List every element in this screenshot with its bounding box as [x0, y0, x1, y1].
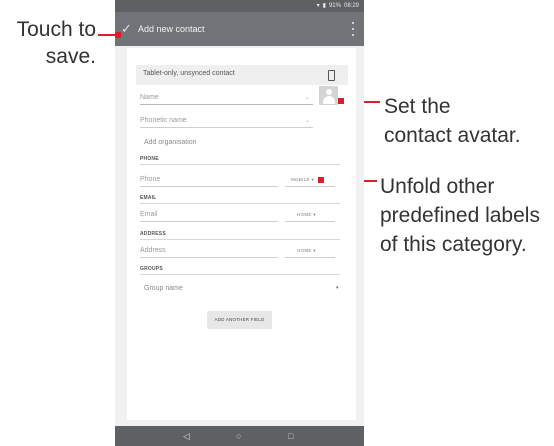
- address-section-header: ADDRESS: [140, 231, 166, 237]
- add-organisation-link[interactable]: Add organisation: [144, 139, 197, 146]
- email-type-dropdown[interactable]: HOME ▾: [297, 212, 316, 218]
- contact-form: Tablet-only, unsynced contact Name ⌄ Pho…: [127, 48, 356, 420]
- recents-icon[interactable]: □: [288, 430, 293, 442]
- phone-field[interactable]: Phone: [140, 176, 160, 183]
- phonetic-underline: [140, 127, 313, 128]
- wifi-icon: ▾: [316, 3, 320, 9]
- callout-unfold-line1: Unfold other: [380, 175, 495, 198]
- callout-unfold-labels: Unfold other predefined labels of this c…: [380, 172, 540, 259]
- check-icon[interactable]: ✓: [121, 21, 132, 37]
- address-field[interactable]: Address: [140, 247, 166, 254]
- clock: 08:29: [343, 3, 359, 9]
- account-selector[interactable]: Tablet-only, unsynced contact: [136, 65, 348, 85]
- callout-unfold-line2: predefined labels: [380, 204, 540, 227]
- page-title: Add new contact: [138, 24, 205, 34]
- account-label: Tablet-only, unsynced contact: [143, 70, 235, 77]
- back-icon[interactable]: ◁: [183, 430, 190, 442]
- callout-avatar-dot: [338, 98, 344, 104]
- callout-avatar-line1: Set the: [384, 95, 451, 118]
- phone-type-label: MOBILE: [291, 177, 310, 182]
- callout-unfold-line3: of this category.: [380, 233, 527, 256]
- address-type-dropdown[interactable]: HOME ▾: [297, 248, 316, 254]
- address-underline: [140, 257, 278, 258]
- avatar[interactable]: [319, 86, 338, 105]
- callout-unfold-dot: [318, 177, 324, 183]
- add-another-field-button[interactable]: ADD ANOTHER FIELD: [207, 311, 272, 329]
- email-underline: [140, 221, 278, 222]
- home-icon[interactable]: ○: [236, 430, 241, 442]
- email-field[interactable]: Email: [140, 211, 158, 218]
- address-type-label: HOME: [297, 248, 312, 253]
- phone-section-header: PHONE: [140, 156, 159, 162]
- more-options-icon[interactable]: [350, 20, 356, 38]
- battery-icon: ▮: [322, 3, 326, 9]
- group-dropdown-arrow[interactable]: ▾: [336, 285, 339, 291]
- expand-name-icon[interactable]: ⌄: [305, 94, 310, 101]
- callout-save-line2: save.: [45, 45, 96, 68]
- phonetic-name-field[interactable]: Phonetic name: [140, 117, 187, 124]
- groups-section-header: GROUPS: [140, 266, 163, 272]
- navigation-bar: ◁ ○ □: [115, 426, 364, 446]
- group-name-dropdown[interactable]: Group name: [144, 285, 183, 292]
- app-bar: ✓ Add new contact: [115, 12, 364, 46]
- expand-phonetic-icon[interactable]: ⌄: [305, 117, 310, 124]
- battery-percent: 91%: [328, 3, 341, 9]
- callout-save-line1: Touch to: [16, 18, 96, 41]
- tablet-screen: ▾ ▮ 91% 08:29 ✓ Add new contact Tablet-o…: [115, 0, 364, 446]
- callout-save-dot: [115, 32, 121, 38]
- status-bar: ▾ ▮ 91% 08:29: [115, 0, 364, 12]
- callout-avatar-line2: contact avatar.: [384, 124, 521, 147]
- name-field[interactable]: Name: [140, 94, 159, 101]
- name-underline: [140, 104, 313, 105]
- phone-device-icon: [328, 70, 335, 81]
- phone-underline: [140, 186, 278, 187]
- callout-touch-to-save: Touch to save.: [0, 16, 96, 70]
- callout-set-avatar: Set the contact avatar.: [384, 92, 521, 150]
- phone-type-dropdown[interactable]: MOBILE ▾: [291, 177, 314, 183]
- email-section-header: EMAIL: [140, 195, 157, 201]
- email-type-label: HOME: [297, 212, 312, 217]
